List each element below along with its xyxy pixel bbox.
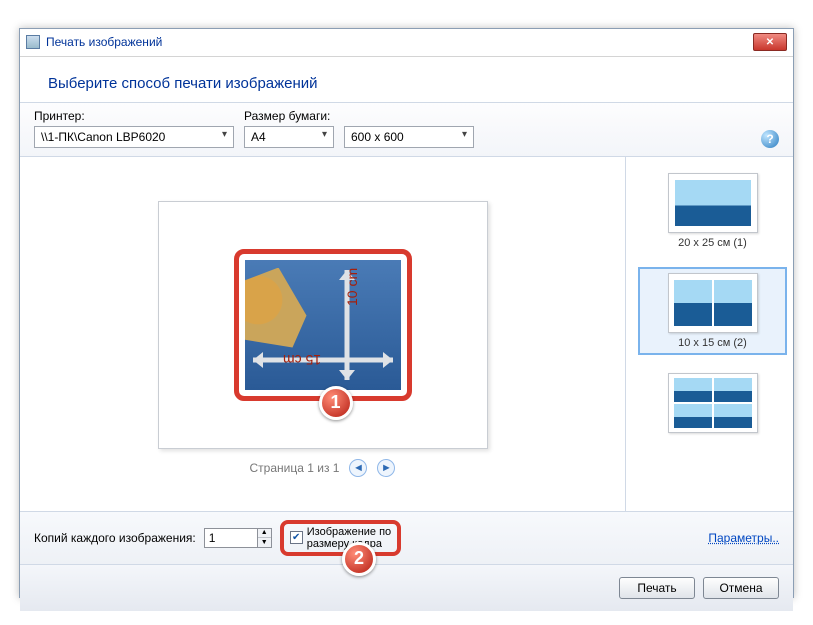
layout-option-4up[interactable] bbox=[638, 367, 787, 443]
cancel-button[interactable]: Отмена bbox=[703, 577, 779, 599]
main-area: 10 cm 15 cm 1 Страница 1 из 1 ◄ ► 20 x 2… bbox=[20, 157, 793, 512]
layout-label: 20 x 25 см (1) bbox=[644, 237, 781, 249]
pager: Страница 1 из 1 ◄ ► bbox=[250, 459, 396, 477]
paper-size-label: Размер бумаги: bbox=[244, 109, 334, 123]
horizontal-dimension-arrow bbox=[253, 348, 393, 372]
titlebar: Печать изображений ✕ bbox=[20, 29, 793, 57]
layout-thumb-icon bbox=[668, 173, 758, 233]
sample-image bbox=[245, 268, 307, 348]
annotation-callout-1: 10 cm 15 cm bbox=[234, 249, 412, 401]
annotation-callout-2: ✔ Изображение по размеру кадра bbox=[280, 520, 401, 556]
printer-label: Принтер: bbox=[34, 109, 234, 123]
fit-to-frame-checkbox[interactable]: ✔ bbox=[290, 531, 303, 544]
copies-input[interactable] bbox=[205, 529, 257, 547]
page-preview: 10 cm 15 cm 1 bbox=[158, 201, 488, 449]
pager-text: Страница 1 из 1 bbox=[250, 461, 340, 475]
preview-pane: 10 cm 15 cm 1 Страница 1 из 1 ◄ ► bbox=[20, 157, 625, 511]
layout-thumb-icon bbox=[668, 373, 758, 433]
layout-thumb-icon bbox=[668, 273, 758, 333]
printer-value: \\1-ПК\Canon LBP6020 bbox=[41, 130, 165, 144]
horizontal-dimension-label: 15 cm bbox=[283, 352, 321, 368]
layout-option-10x15[interactable]: 10 x 15 см (2) bbox=[638, 267, 787, 355]
resolution-value: 600 x 600 bbox=[351, 130, 404, 144]
options-link[interactable]: Параметры.. bbox=[708, 531, 779, 545]
annotation-badge-2: 2 bbox=[342, 542, 376, 576]
resolution-select[interactable]: 600 x 600 bbox=[344, 126, 474, 148]
layout-label: 10 x 15 см (2) bbox=[644, 337, 781, 349]
window-title: Печать изображений bbox=[46, 35, 162, 49]
resolution-label bbox=[344, 109, 474, 123]
close-button[interactable]: ✕ bbox=[753, 33, 787, 51]
paper-size-select[interactable]: A4 bbox=[244, 126, 334, 148]
copies-spinner[interactable]: ▲ ▼ bbox=[204, 528, 272, 548]
help-icon[interactable]: ? bbox=[761, 130, 779, 148]
paper-size-value: A4 bbox=[251, 130, 266, 144]
options-bar: Копий каждого изображения: ▲ ▼ ✔ Изображ… bbox=[20, 512, 793, 565]
print-settings-toolbar: Принтер: \\1-ПК\Canon LBP6020 Размер бум… bbox=[20, 103, 793, 157]
button-bar: Печать Отмена bbox=[20, 565, 793, 611]
print-pictures-dialog: Печать изображений ✕ Выберите способ печ… bbox=[19, 28, 794, 598]
copies-label: Копий каждого изображения: bbox=[34, 531, 196, 545]
printer-select[interactable]: \\1-ПК\Canon LBP6020 bbox=[34, 126, 234, 148]
next-page-button[interactable]: ► bbox=[377, 459, 395, 477]
print-button[interactable]: Печать bbox=[619, 577, 695, 599]
copies-down-button[interactable]: ▼ bbox=[258, 538, 271, 547]
vertical-dimension-label: 10 cm bbox=[344, 267, 360, 305]
header-instruction: Выберите способ печати изображений bbox=[20, 57, 793, 103]
prev-page-button[interactable]: ◄ bbox=[349, 459, 367, 477]
copies-up-button[interactable]: ▲ bbox=[258, 529, 271, 539]
layout-option-20x25[interactable]: 20 x 25 см (1) bbox=[638, 167, 787, 255]
photo-preview: 10 cm 15 cm bbox=[245, 260, 401, 390]
printer-icon bbox=[26, 35, 40, 49]
annotation-badge-1: 1 bbox=[319, 386, 353, 420]
layout-list[interactable]: 20 x 25 см (1) 10 x 15 см (2) bbox=[625, 157, 793, 511]
